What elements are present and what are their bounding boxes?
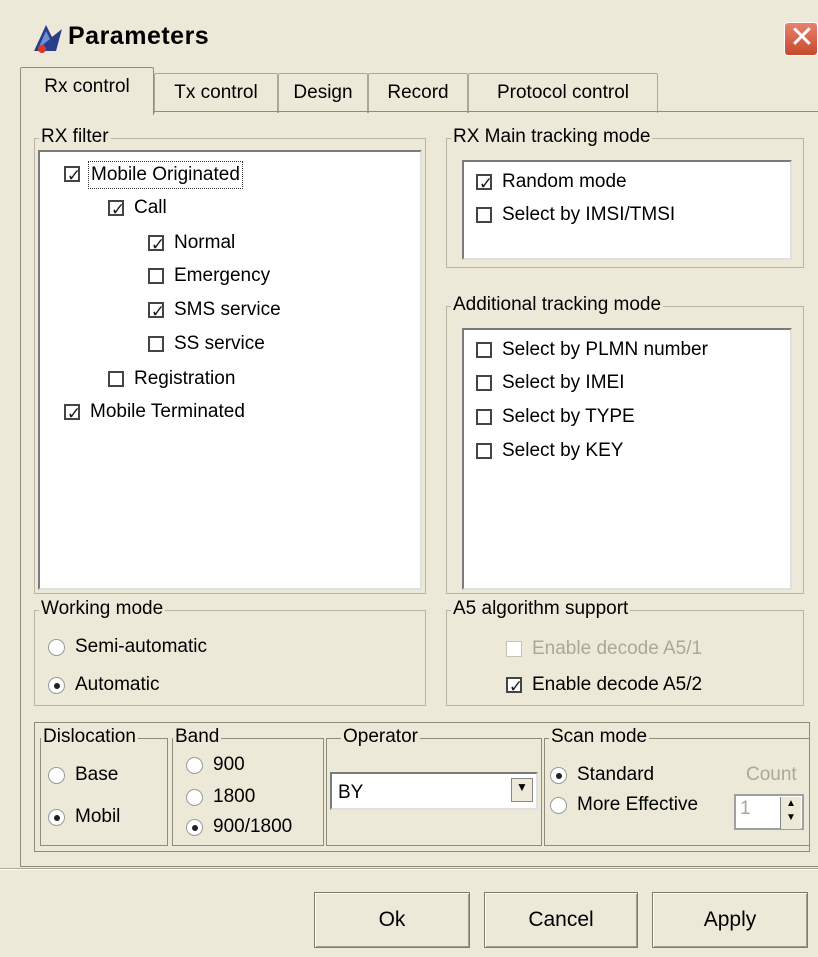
checkbox[interactable] xyxy=(148,268,164,284)
tab-tx-control[interactable]: Tx control xyxy=(154,73,278,113)
close-icon: ✕ xyxy=(789,20,815,55)
ok-button[interactable]: Ok xyxy=(314,892,470,948)
checkbox[interactable] xyxy=(476,443,492,459)
checkbox[interactable] xyxy=(108,371,124,387)
close-button[interactable]: ✕ xyxy=(784,20,818,56)
window-title: Parameters xyxy=(68,22,210,50)
check-icon: ✓ xyxy=(150,235,166,255)
check-icon: ✓ xyxy=(508,677,524,697)
tab-protocol-control[interactable]: Protocol control xyxy=(468,73,658,113)
checkbox[interactable] xyxy=(476,409,492,425)
checkbox[interactable]: ✓ xyxy=(506,677,523,697)
radio-button[interactable] xyxy=(186,819,203,836)
radio-button[interactable] xyxy=(186,757,203,774)
tab-strip: Rx control Tx control Design Record Prot… xyxy=(20,67,818,115)
tab-rx-control[interactable]: Rx control xyxy=(20,67,154,115)
radio-dot-icon xyxy=(192,825,198,831)
operator-select[interactable]: BY ▼ xyxy=(330,772,538,810)
radio-button[interactable] xyxy=(48,677,65,694)
check-icon: ✓ xyxy=(110,200,126,220)
scan-mode-label: Scan mode xyxy=(549,726,650,748)
radio-button[interactable] xyxy=(550,797,567,814)
checkbox[interactable] xyxy=(476,342,492,358)
radio-dot-icon xyxy=(54,815,60,821)
title-bar[interactable]: Parameters ✕ xyxy=(0,0,818,68)
checkbox[interactable]: ✓ xyxy=(64,166,81,186)
checkbox[interactable]: ✓ xyxy=(148,302,165,322)
radio-button[interactable] xyxy=(48,809,65,826)
dislocation-label: Dislocation xyxy=(41,726,138,748)
rx-filter-tree[interactable]: ✓ Mobile Originated ✓ Call ✓ Normal Emer… xyxy=(38,150,422,590)
spinner-buttons[interactable]: ▲ ▼ xyxy=(780,797,801,829)
radio-button[interactable] xyxy=(550,767,567,784)
parameters-dialog: Parameters ✕ Rx control Tx control Desig… xyxy=(0,0,818,957)
chevron-down-icon: ▼ xyxy=(516,780,528,794)
check-icon: ✓ xyxy=(66,166,82,186)
radio-button[interactable] xyxy=(48,767,65,784)
a5-support-label: A5 algorithm support xyxy=(451,598,631,620)
checkbox[interactable]: ✓ xyxy=(148,235,165,255)
spin-up-icon[interactable]: ▲ xyxy=(786,798,796,809)
radio-button[interactable] xyxy=(48,639,65,656)
count-spinner[interactable]: 1 ▲ ▼ xyxy=(734,794,804,830)
app-logo-icon xyxy=(34,25,62,53)
cancel-button[interactable]: Cancel xyxy=(484,892,638,948)
band-label: Band xyxy=(173,726,222,748)
checkbox[interactable] xyxy=(506,641,522,657)
rx-main-tracking-label: RX Main tracking mode xyxy=(451,126,653,148)
count-label: Count xyxy=(746,764,797,785)
rx-main-tracking-list[interactable]: ✓ Random mode Select by IMSI/TMSI xyxy=(462,160,792,260)
check-icon: ✓ xyxy=(66,404,82,424)
checkbox[interactable] xyxy=(476,207,492,223)
rx-filter-label: RX filter xyxy=(39,126,111,148)
spin-down-icon[interactable]: ▼ xyxy=(786,812,796,823)
button-separator xyxy=(0,868,818,870)
check-icon: ✓ xyxy=(478,174,494,194)
checkbox[interactable]: ✓ xyxy=(108,200,125,220)
dropdown-button[interactable]: ▼ xyxy=(511,778,533,802)
tab-design[interactable]: Design xyxy=(278,73,368,113)
tab-record[interactable]: Record xyxy=(368,73,468,113)
operator-label: Operator xyxy=(341,726,420,748)
radio-dot-icon xyxy=(556,773,562,779)
radio-dot-icon xyxy=(54,683,60,689)
working-mode-label: Working mode xyxy=(39,598,166,620)
checkbox[interactable]: ✓ xyxy=(476,174,493,194)
additional-tracking-label: Additional tracking mode xyxy=(451,294,664,316)
additional-tracking-list[interactable]: Select by PLMN number Select by IMEI Sel… xyxy=(462,328,792,590)
checkbox[interactable] xyxy=(148,336,164,352)
radio-button[interactable] xyxy=(186,789,203,806)
check-icon: ✓ xyxy=(150,302,166,322)
checkbox[interactable] xyxy=(476,375,492,391)
apply-button[interactable]: Apply xyxy=(652,892,808,948)
checkbox[interactable]: ✓ xyxy=(64,404,81,424)
